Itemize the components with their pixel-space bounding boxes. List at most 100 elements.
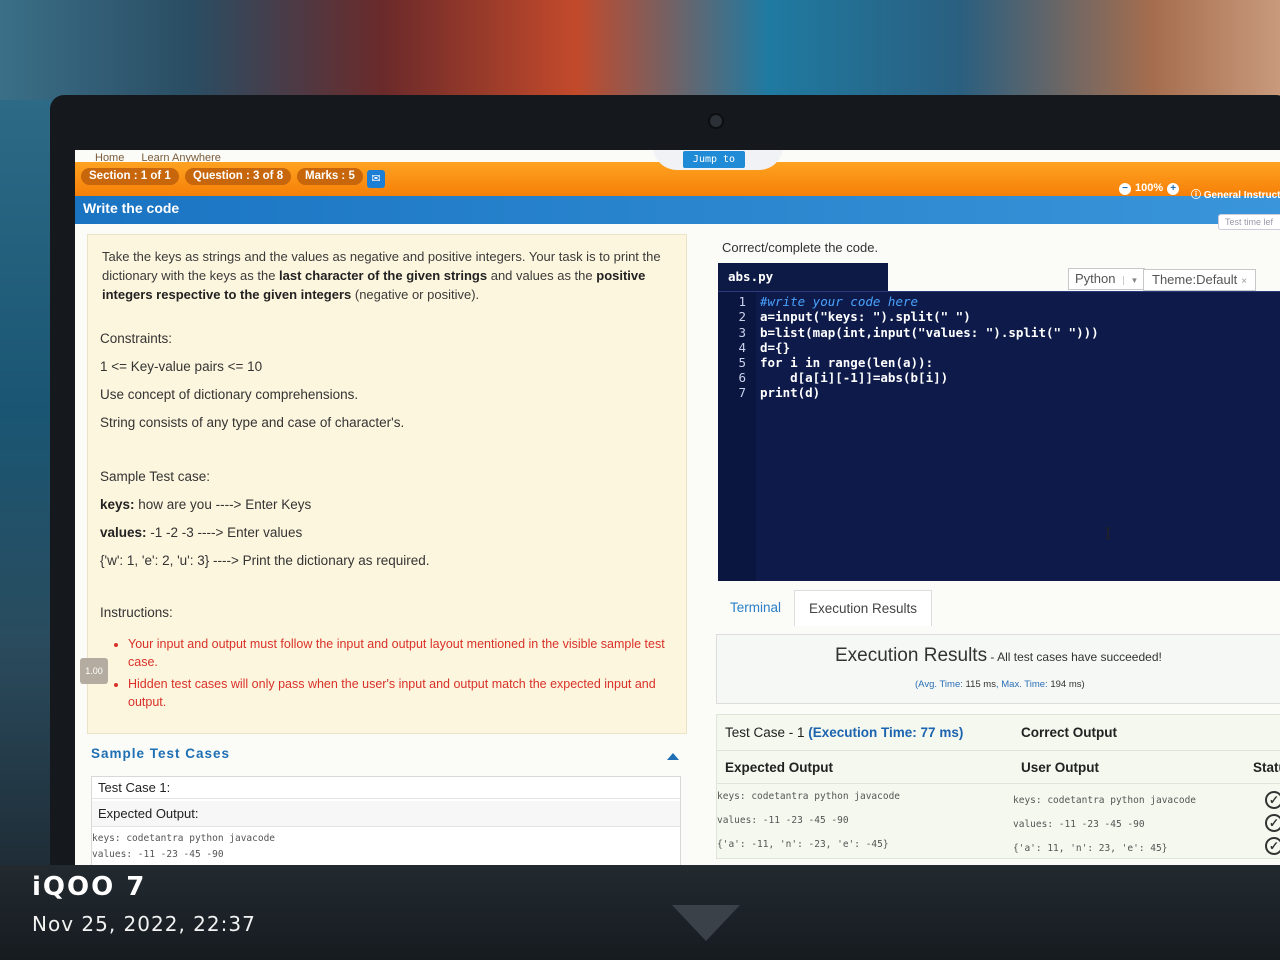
execution-time: (Execution Time: 77 ms) xyxy=(808,725,964,740)
exec-title-text: Execution Results xyxy=(835,645,988,666)
line-number: 1 xyxy=(738,294,746,309)
expected-line-2: values: -11 -23 -45 -90 xyxy=(717,815,849,826)
file-tab[interactable]: abs.py xyxy=(718,263,888,291)
max-time-label: , Max. Time: xyxy=(995,679,1051,690)
chat-icon[interactable]: ✉ xyxy=(367,170,385,188)
code-text: d[a[i][-1]]=abs(b[i]) xyxy=(760,370,949,385)
zoom-out-icon[interactable]: − xyxy=(1119,183,1131,195)
code-text: b=list(map(int,input("values: ").split("… xyxy=(760,325,1099,340)
sample-values-label: values: xyxy=(100,525,147,540)
camera-watermark-brand: iQOO 7 xyxy=(32,872,147,902)
user-line-1: keys: codetantra python javacode xyxy=(1013,795,1197,806)
check-circle-icon: ✓ xyxy=(1265,837,1280,855)
desc-bold-1: last character of the given strings xyxy=(279,268,488,283)
user-output-header: User Output xyxy=(1013,752,1245,784)
sample-keys-label: keys: xyxy=(100,497,135,512)
side-badge[interactable]: 1.00 xyxy=(80,658,108,684)
line-number: 6 xyxy=(738,370,746,385)
text-cursor-icon: I xyxy=(1105,524,1112,543)
problem-description: Take the keys as strings and the values … xyxy=(102,247,682,304)
section-pill[interactable]: Section : 1 of 1 xyxy=(81,168,179,185)
status-header: Statu xyxy=(1245,752,1280,784)
sample-keys: keys: how are you ----> Enter Keys xyxy=(100,497,311,512)
code-text: a=input("keys: ").split(" ") xyxy=(760,309,971,324)
zoom-in-icon[interactable]: + xyxy=(1167,183,1180,195)
jump-to-button[interactable]: Jump to xyxy=(683,151,745,168)
tab-terminal[interactable]: Terminal xyxy=(722,598,789,617)
code-line: 1 #write your code here xyxy=(718,294,1280,309)
constraint-1: 1 <= Key-value pairs <= 10 xyxy=(100,359,263,374)
user-line-2: values: -11 -23 -45 -90 xyxy=(1013,819,1145,830)
sample-test-case-label: Sample Test case: xyxy=(100,469,211,484)
line-number: 5 xyxy=(738,355,746,370)
instruction-item: Hidden test cases will only pass when th… xyxy=(128,675,683,711)
line-number: 3 xyxy=(738,325,746,340)
expected-output-label: Expected Output: xyxy=(92,801,680,827)
sample-output: {'w': 1, 'e': 2, 'u': 3} ----> Print the… xyxy=(100,553,430,568)
test-case-header: Test Case - 1 (Execution Time: 77 ms) xyxy=(717,715,1013,751)
execution-results-title: Execution Results - All test cases have … xyxy=(835,645,1162,667)
check-circle-icon: ✓ xyxy=(1265,814,1280,832)
avg-time-label: (Avg. Time: xyxy=(915,679,966,690)
execution-times: (Avg. Time: 115 ms, Max. Time: 194 ms) xyxy=(915,679,1085,690)
correct-output-header: Correct Output xyxy=(1013,715,1280,751)
avg-time-value: 115 ms xyxy=(965,679,996,690)
instructions-label: Instructions: xyxy=(100,605,173,620)
problem-panel: Take the keys as strings and the values … xyxy=(87,234,687,734)
sample-keys-value: how are you ----> Enter Keys xyxy=(134,497,312,512)
language-select[interactable]: Python ▼ xyxy=(1068,268,1146,290)
execution-results-panel: Execution Results - All test cases have … xyxy=(716,634,1280,704)
code-line: 7 print(d) xyxy=(718,385,1280,400)
code-editor[interactable]: 1 #write your code here 2 a=input("keys: "… xyxy=(718,291,1280,581)
instructions-list: Your input and output must follow the in… xyxy=(128,635,683,715)
line-number: 7 xyxy=(738,385,746,400)
max-time-value: 194 ms) xyxy=(1050,679,1085,690)
code-line: 2 a=input("keys: ").split(" ") xyxy=(718,309,1280,324)
sample-test-cases-heading[interactable]: Sample Test Cases xyxy=(91,746,230,761)
page-title: Write the code xyxy=(83,200,180,216)
instruction-item: Your input and output must follow the in… xyxy=(128,635,683,671)
webcam xyxy=(708,113,724,129)
expected-output-header: Expected Output xyxy=(717,752,1013,784)
code-line: 4 d={} xyxy=(718,340,1280,355)
desc-text-3: (negative or positive). xyxy=(351,287,480,302)
chevron-down-icon xyxy=(672,905,740,941)
sample-values-value: -1 -2 -3 ----> Enter values xyxy=(146,525,303,540)
code-line: 3 b=list(map(int,input("values: ").split(… xyxy=(718,325,1280,340)
code-text: #write your code here xyxy=(760,294,919,309)
title-bar: Write the code xyxy=(75,196,1280,224)
test-time-left: Test time lef xyxy=(1218,214,1280,230)
clear-icon[interactable]: × xyxy=(1241,276,1247,287)
sample-values: values: -1 -2 -3 ----> Enter values xyxy=(100,525,302,540)
code-text: d={} xyxy=(760,340,791,355)
check-circle-icon: ✓ xyxy=(1265,791,1280,809)
camera-watermark-datetime: Nov 25, 2022, 22:37 xyxy=(32,912,256,936)
chevron-up-icon[interactable] xyxy=(667,753,679,760)
code-text: print(d) xyxy=(760,385,821,400)
test-case-result-table: Test Case - 1 (Execution Time: 77 ms) Co… xyxy=(716,714,1280,859)
tab-execution-results[interactable]: Execution Results xyxy=(794,590,933,626)
general-instructions-link[interactable]: ⓘ General Instruct xyxy=(1191,186,1280,201)
constraint-2: Use concept of dictionary comprehensions… xyxy=(100,387,359,402)
constraints-label: Constraints: xyxy=(100,331,173,346)
sample-test-cases-box: Test Case 1: Expected Output: keys: code… xyxy=(91,776,681,865)
exam-screen: Home Learn Anywhere Section : 1 of 1 Que… xyxy=(75,150,1280,865)
zoom-control: −100% + xyxy=(1115,182,1183,195)
editor-instruction: Correct/complete the code. xyxy=(722,240,879,255)
theme-select[interactable]: Theme:Default × xyxy=(1143,269,1257,291)
test-case-label: Test Case 1: xyxy=(92,777,680,799)
zoom-level: 100% xyxy=(1135,182,1164,194)
theme-value: Theme:Default xyxy=(1152,272,1238,287)
language-value: Python xyxy=(1075,271,1116,286)
expected-line-1: keys: codetantra python javacode xyxy=(717,791,901,802)
marks-pill: Marks : 5 xyxy=(297,168,363,185)
photo-background-top xyxy=(0,0,1280,110)
code-line: 6 d[a[i][-1]]=abs(b[i]) xyxy=(718,370,1280,385)
user-line-3: {'a': 11, 'n': 23, 'e': 45} xyxy=(1013,843,1168,854)
line-number: 2 xyxy=(738,309,746,324)
constraint-3: String consists of any type and case of … xyxy=(100,415,405,430)
question-pill[interactable]: Question : 3 of 8 xyxy=(185,168,292,185)
sample-output-line-2: values: -11 -23 -45 -90 xyxy=(92,849,224,860)
test-case-label: Test Case - 1 xyxy=(725,725,809,740)
chevron-down-icon: ▼ xyxy=(1123,276,1138,285)
